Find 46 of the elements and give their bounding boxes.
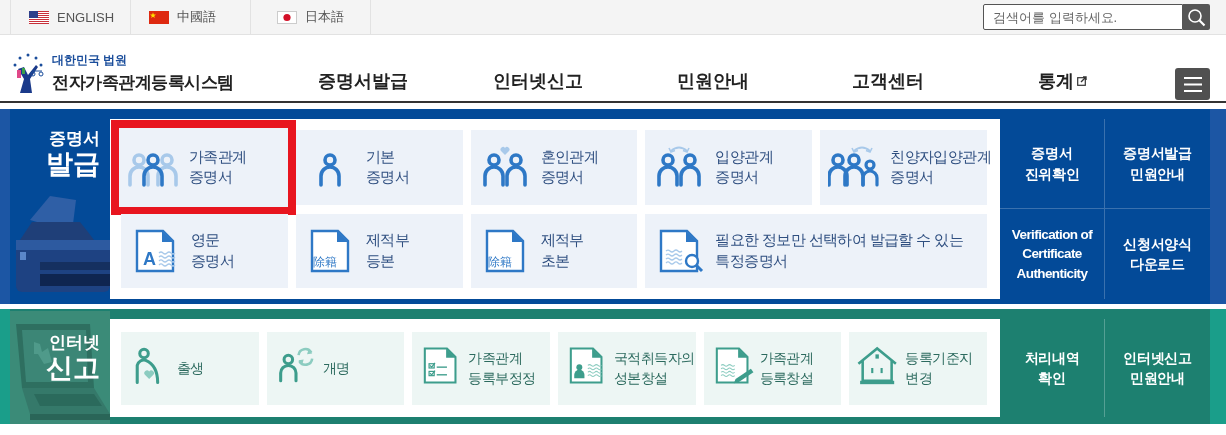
icon-label: 除籍: [312, 256, 337, 269]
menu-icon: [1183, 76, 1202, 92]
nav-link[interactable]: 인터넷신고: [450, 69, 625, 93]
external-link-icon: [1077, 76, 1087, 86]
language-link[interactable]: ENGLISH: [11, 0, 131, 34]
service-tile[interactable]: 입양관계 증명서: [645, 130, 813, 205]
quick-link[interactable]: 증명서 진위확인: [1000, 119, 1104, 208]
service-tile[interactable]: 출생: [121, 332, 259, 405]
china-flag-icon: [149, 10, 169, 24]
nav-link[interactable]: 통계: [975, 69, 1150, 93]
quick-link[interactable]: 신청서양식 다운로드: [1105, 209, 1210, 299]
language-link[interactable]: 中國語: [131, 0, 251, 34]
search-icon: [1187, 7, 1206, 27]
service-tile[interactable]: 국적취득자의 성본창설: [558, 332, 696, 405]
organization-name: 대한민국 법원: [52, 52, 129, 69]
service-tile[interactable]: 가족관계 등록부정정: [412, 332, 550, 405]
service-tile[interactable]: A 영문 증명서: [121, 213, 288, 288]
icon-label: 除籍: [487, 256, 512, 269]
service-tile[interactable]: 등록기준지 변경: [849, 332, 987, 405]
quick-link[interactable]: Verification of Certificate Authenticity: [1000, 209, 1104, 299]
section-title: 증명서: [49, 129, 100, 149]
service-tile[interactable]: 除籍 제적부 초본: [470, 213, 638, 288]
quick-link[interactable]: 인터넷신고 민원안내: [1105, 319, 1210, 417]
nav-link[interactable]: 증명서발급: [275, 69, 450, 93]
us-flag-icon: [29, 10, 49, 24]
service-tile[interactable]: 필요한 정보만 선택하여 발급할 수 있는 특정증명서: [645, 213, 987, 288]
site-title[interactable]: 전자가족관계등록시스템: [52, 71, 234, 94]
icon-label: A: [143, 249, 156, 268]
search-field[interactable]: 검색어를 입력하세요.: [983, 4, 1183, 30]
nav-link[interactable]: 고객센터: [800, 69, 975, 93]
japan-flag-icon: [277, 10, 297, 24]
service-tile[interactable]: 가족관계 증명서: [111, 120, 296, 215]
section-title: 신고: [46, 352, 100, 384]
search-button[interactable]: [1183, 4, 1210, 30]
section-title: 인터넷: [49, 333, 100, 353]
menu-button[interactable]: [1175, 68, 1210, 100]
service-tile[interactable]: 가족관계 등록창설: [703, 332, 842, 405]
service-tile[interactable]: 혼인관계 증명서: [470, 130, 638, 205]
quick-link[interactable]: 증명서발급 민원안내: [1105, 119, 1210, 208]
section-title: 발급: [46, 148, 100, 180]
nav-link[interactable]: 민원안내: [625, 69, 800, 93]
service-tile[interactable]: 기본 증명서: [295, 130, 463, 205]
service-tile[interactable]: 除籍 제적부 등본: [295, 213, 463, 288]
language-link[interactable]: 日本語: [251, 0, 371, 34]
quick-link[interactable]: 처리내역 확인: [1000, 319, 1104, 417]
service-tile[interactable]: 개명: [266, 332, 405, 405]
